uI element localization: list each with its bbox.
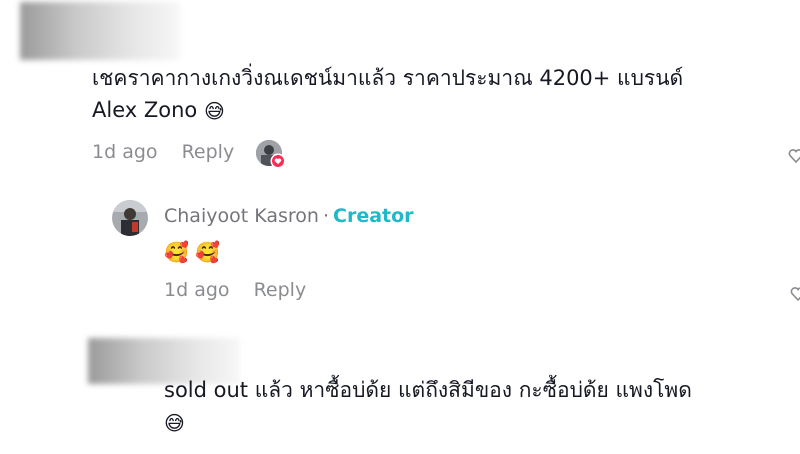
grin-sweat-emoji-icon: 😅 <box>203 99 225 123</box>
grin-sweat-emoji-icon: 😅 <box>164 411 185 435</box>
comment-text-line: เชคราคากางเกงวิ่งณเดชน์มาแล้ว ราคาประมาณ… <box>92 66 684 90</box>
heart-outline-icon[interactable] <box>788 146 800 164</box>
avatar[interactable] <box>112 200 148 236</box>
blurred-avatar-username <box>20 2 180 60</box>
comment-text-line: Alex Zono <box>92 98 198 122</box>
comment-text: Alex Zono 😅 <box>92 94 225 126</box>
author-name[interactable]: Chaiyoot Kasron <box>164 205 319 227</box>
creator-badge: Creator <box>333 205 414 227</box>
reply-text: 🥰 🥰 <box>164 235 220 267</box>
reply-author: Chaiyoot Kasron · Creator <box>164 205 414 227</box>
smiling-hearts-emoji-icon: 🥰 🥰 <box>164 240 221 264</box>
comment-text-line: sold out แล้ว หาซื้อบ่ด้ย แต่ถึงสิมีของ … <box>164 378 692 402</box>
comment-text: 😅 <box>164 406 185 438</box>
reply-time: 1d ago <box>164 279 230 301</box>
reply-meta: 1d ago Reply <box>164 279 324 301</box>
reply-button[interactable]: Reply <box>182 141 235 163</box>
separator-dot: · <box>322 205 329 227</box>
comment-time: 1d ago <box>92 141 158 163</box>
heart-outline-icon[interactable] <box>790 284 800 302</box>
reply-button[interactable]: Reply <box>254 279 307 301</box>
creator-heart-badge-icon <box>270 153 286 169</box>
comment-text: sold out แล้ว หาซื้อบ่ด้ย แต่ถึงสิมีของ … <box>164 374 692 406</box>
comment-text: เชคราคากางเกงวิ่งณเดชน์มาแล้ว ราคาประมาณ… <box>92 62 683 94</box>
comment-meta: 1d ago Reply <box>92 141 252 163</box>
comments-panel: เชคราคากางเกงวิ่งณเดชน์มาแล้ว ราคาประมาณ… <box>0 0 800 454</box>
